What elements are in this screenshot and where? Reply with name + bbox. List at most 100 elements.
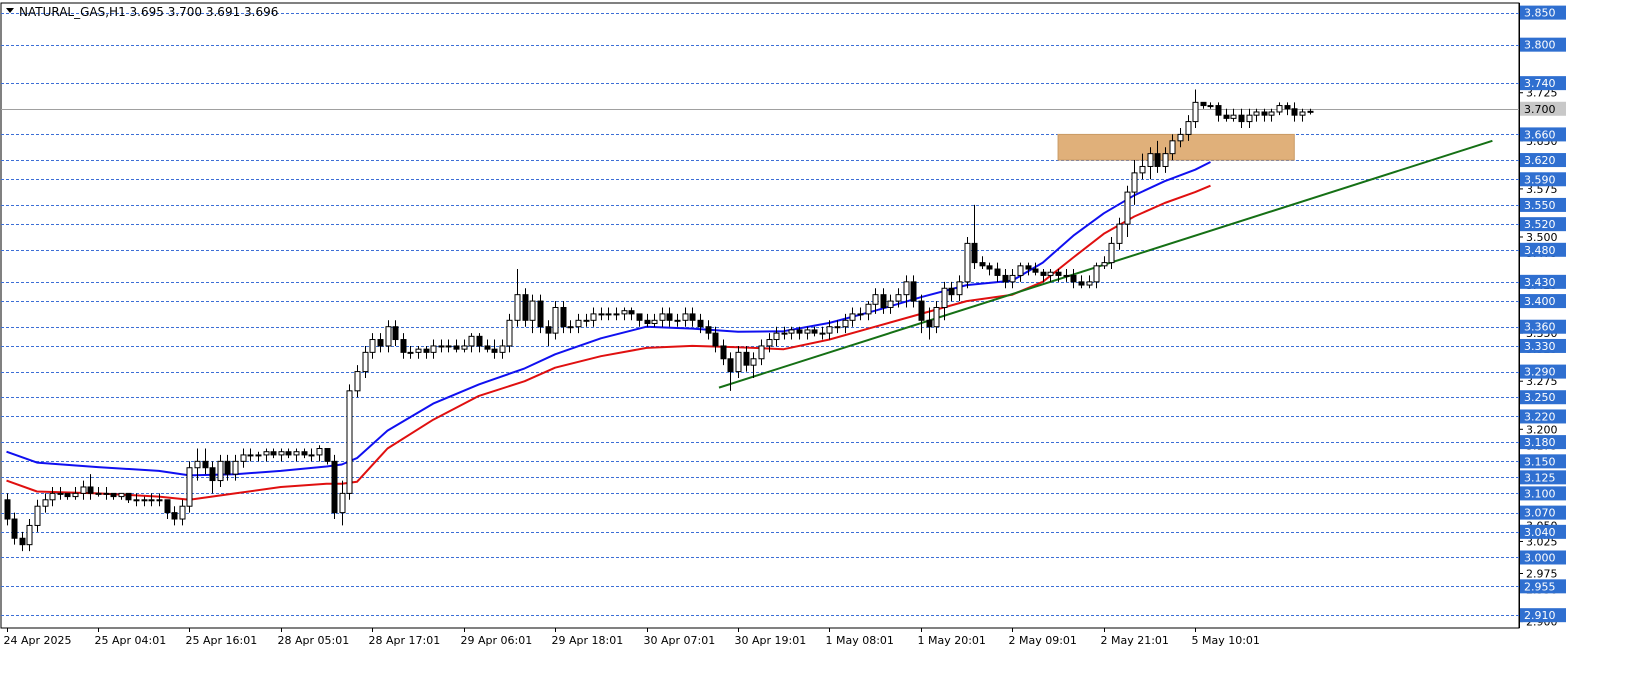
chart-canvas[interactable]: 3.8503.8003.7253.7003.6503.6203.5753.550… bbox=[0, 0, 1651, 687]
candle-body bbox=[758, 345, 765, 360]
level-price-label[interactable]: 3.740 bbox=[1520, 76, 1566, 91]
symbol-ohlc-label: NATURAL_GAS,H1 3.695 3.700 3.691 3.696 bbox=[19, 5, 278, 19]
level-label-text: 3.400 bbox=[1524, 295, 1556, 308]
candle bbox=[26, 519, 33, 552]
level-price-label[interactable]: 3.800 bbox=[1520, 37, 1566, 52]
price-level-lines bbox=[0, 2, 1520, 629]
level-price-label[interactable]: 3.480 bbox=[1520, 242, 1566, 257]
time-tick-label: 2 May 21:01 bbox=[1101, 634, 1169, 647]
time-tick-label: 30 Apr 07:01 bbox=[644, 634, 716, 647]
candle-body bbox=[1131, 172, 1138, 193]
candle bbox=[64, 492, 71, 500]
candle-body bbox=[354, 371, 361, 392]
level-price-label[interactable]: 3.550 bbox=[1520, 197, 1566, 212]
candle-body bbox=[285, 451, 292, 456]
level-label-text: 3.520 bbox=[1524, 218, 1556, 231]
candle-body bbox=[400, 339, 407, 353]
candle bbox=[263, 448, 270, 462]
candle-body bbox=[712, 332, 719, 347]
level-price-label[interactable]: 2.955 bbox=[1520, 579, 1566, 594]
level-price-label[interactable]: 3.070 bbox=[1520, 505, 1566, 520]
level-price-label[interactable]: 3.250 bbox=[1520, 390, 1566, 405]
candle-body bbox=[1055, 271, 1062, 276]
candle-body bbox=[72, 492, 79, 498]
candle-body bbox=[461, 345, 468, 350]
level-price-label[interactable]: 3.700 bbox=[1520, 101, 1566, 116]
candle bbox=[331, 454, 338, 520]
candle-body bbox=[1268, 111, 1275, 116]
candle-body bbox=[918, 300, 925, 321]
level-price-label[interactable]: 3.620 bbox=[1520, 153, 1566, 168]
time-tick-label: 1 May 08:01 bbox=[826, 634, 894, 647]
candle-body bbox=[369, 339, 376, 353]
level-price-label[interactable]: 3.040 bbox=[1520, 524, 1566, 539]
level-price-label[interactable]: 3.150 bbox=[1520, 454, 1566, 469]
candle-body bbox=[567, 326, 574, 329]
candle-body bbox=[156, 499, 163, 502]
candle-body bbox=[186, 467, 193, 507]
level-price-label[interactable]: 3.360 bbox=[1520, 319, 1566, 334]
level-price-label[interactable]: 3.520 bbox=[1520, 217, 1566, 232]
candle-body bbox=[1230, 114, 1237, 119]
time-tick-label: 28 Apr 05:01 bbox=[278, 634, 350, 647]
candle-body bbox=[26, 524, 33, 546]
level-price-label[interactable]: 3.220 bbox=[1520, 409, 1566, 424]
candle-body bbox=[842, 319, 849, 328]
level-label-text: 3.290 bbox=[1524, 366, 1556, 379]
moving-averages bbox=[6, 161, 1211, 501]
candle-body bbox=[971, 242, 978, 264]
candle-body bbox=[750, 358, 757, 366]
candle-body bbox=[1108, 242, 1115, 264]
level-label-text: 2.955 bbox=[1524, 580, 1556, 593]
candle-body bbox=[941, 287, 948, 308]
level-price-label[interactable]: 3.850 bbox=[1520, 5, 1566, 20]
candle-body bbox=[545, 326, 552, 334]
candle-body bbox=[430, 345, 437, 353]
level-price-label[interactable]: 3.290 bbox=[1520, 364, 1566, 379]
candle bbox=[1025, 262, 1032, 276]
candle bbox=[1284, 102, 1291, 116]
level-price-label[interactable]: 3.430 bbox=[1520, 274, 1566, 289]
level-label-text: 3.180 bbox=[1524, 436, 1556, 449]
level-label-text: 3.100 bbox=[1524, 487, 1556, 500]
candle-body bbox=[1032, 268, 1039, 273]
candle-body bbox=[362, 351, 369, 373]
chart-header: NATURAL_GAS,H1 3.695 3.700 3.691 3.696 bbox=[6, 5, 278, 19]
level-price-label[interactable]: 3.660 bbox=[1520, 127, 1566, 141]
candle-body bbox=[19, 537, 26, 546]
ema-slow-line[interactable] bbox=[6, 184, 1211, 501]
candle-body bbox=[826, 326, 833, 334]
candle bbox=[887, 294, 894, 314]
candle-body bbox=[141, 499, 148, 502]
candle-body bbox=[979, 262, 986, 267]
level-label-text: 3.330 bbox=[1524, 340, 1556, 353]
level-label-text: 3.850 bbox=[1524, 7, 1556, 20]
candle-body bbox=[1093, 265, 1100, 283]
level-price-label[interactable]: 3.590 bbox=[1520, 172, 1566, 187]
candle-body bbox=[392, 326, 399, 341]
candle-body bbox=[506, 319, 513, 347]
candle-body bbox=[651, 319, 658, 325]
candle bbox=[1070, 269, 1077, 289]
candle-body bbox=[247, 454, 254, 457]
candle bbox=[95, 486, 102, 497]
candle-body bbox=[735, 351, 742, 373]
chart-menu-triangle-icon[interactable] bbox=[6, 8, 14, 13]
candle bbox=[682, 307, 689, 327]
candlestick-chart[interactable]: 3.8503.8003.7253.7003.6503.6203.5753.550… bbox=[0, 0, 1651, 687]
level-price-label[interactable]: 3.330 bbox=[1520, 338, 1566, 353]
level-price-label[interactable]: 3.100 bbox=[1520, 486, 1566, 501]
candle-body bbox=[499, 345, 506, 353]
candle bbox=[438, 339, 445, 353]
level-price-label[interactable]: 3.400 bbox=[1520, 294, 1566, 309]
supply-zone-rect[interactable] bbox=[1057, 133, 1295, 161]
candle bbox=[964, 236, 971, 289]
level-price-label[interactable]: 3.125 bbox=[1520, 470, 1566, 485]
level-price-label[interactable]: 3.180 bbox=[1520, 435, 1566, 450]
level-price-label[interactable]: 2.910 bbox=[1520, 608, 1566, 623]
level-price-label[interactable]: 3.000 bbox=[1520, 550, 1566, 565]
level-label-text: 3.360 bbox=[1524, 321, 1556, 334]
candle-body bbox=[1192, 101, 1199, 123]
candle bbox=[621, 307, 628, 321]
level-label-text: 3.000 bbox=[1524, 551, 1556, 564]
